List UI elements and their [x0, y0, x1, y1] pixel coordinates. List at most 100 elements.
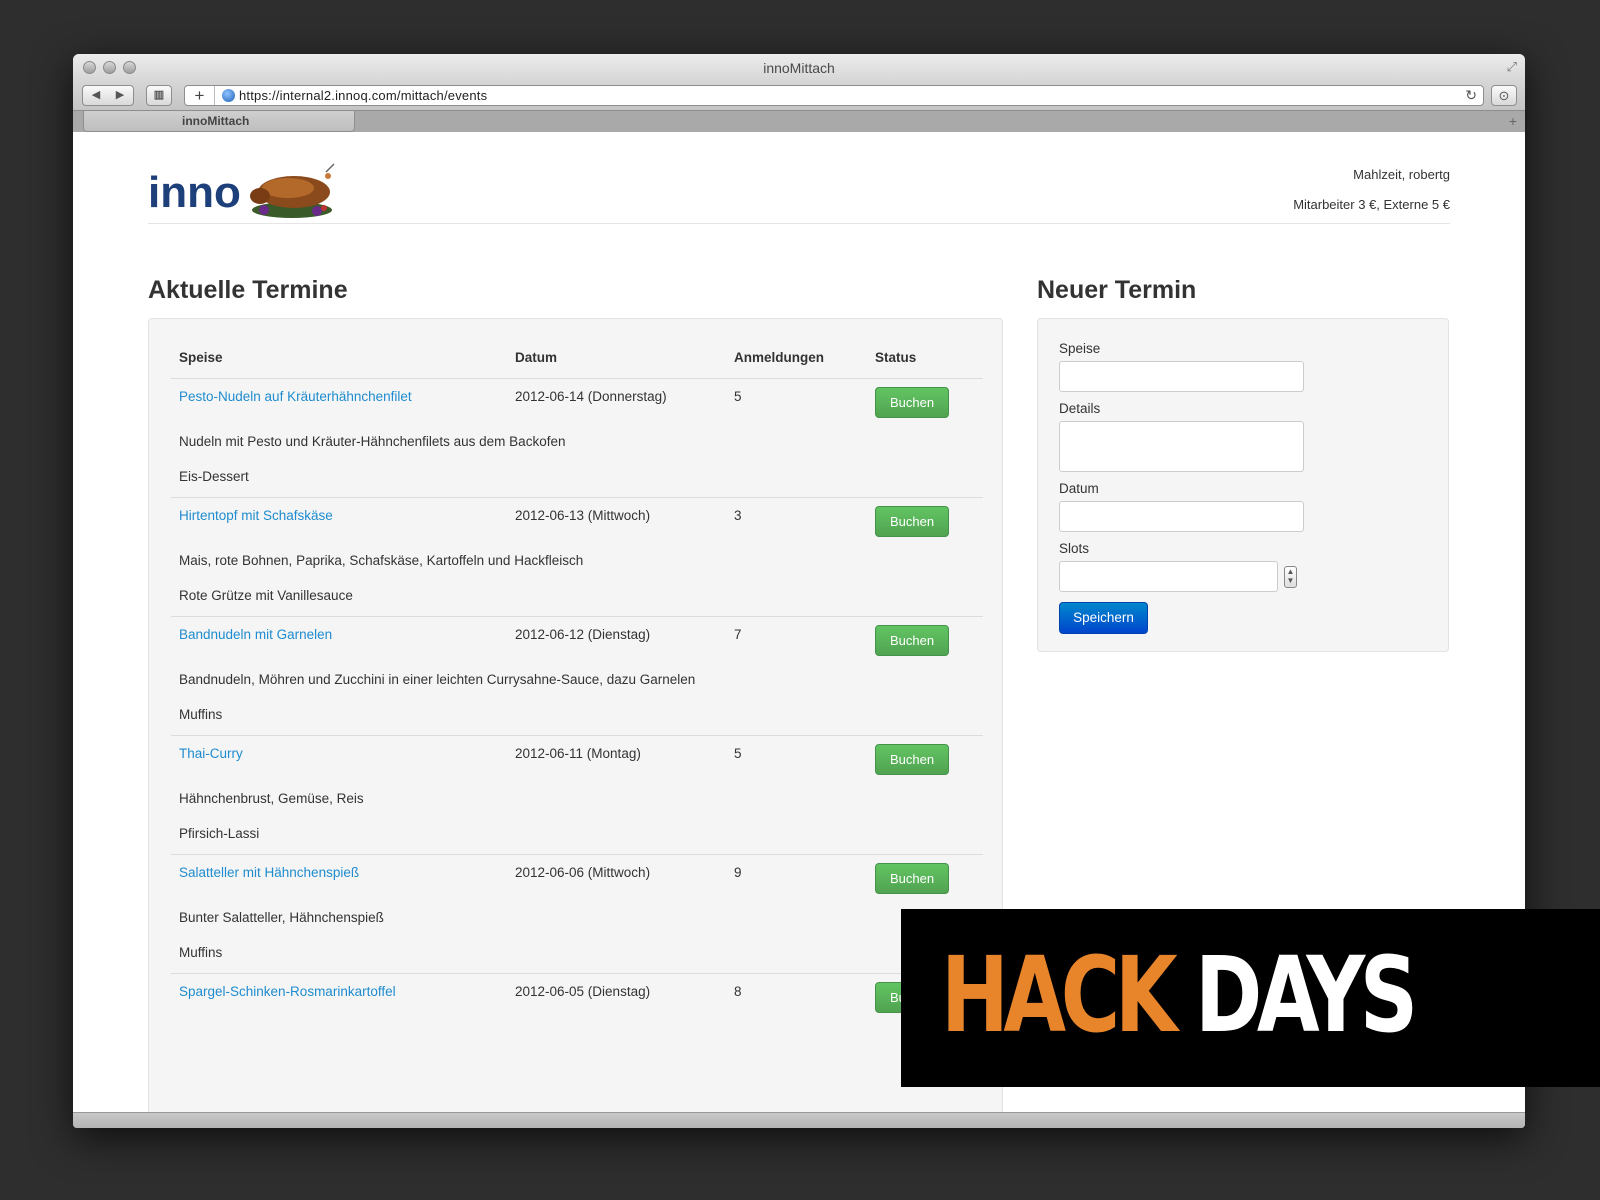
fullscreen-icon[interactable]: ⤢	[1507, 59, 1517, 75]
event-dessert-row: Muffins	[171, 933, 983, 973]
back-forward-buttons[interactable]: ◀ ▶	[82, 85, 134, 106]
dish-cell: Pesto-Nudeln auf Kräuterhähnchenfilet	[171, 378, 507, 418]
user-info: Mahlzeit, robertg Mitarbeiter 3 €, Exter…	[1293, 160, 1450, 220]
event-dessert-row: Rote Grütze mit Vanillesauce	[171, 576, 983, 616]
dish-link[interactable]: Bandnudeln mit Garnelen	[179, 627, 332, 642]
status-cell: Buchen	[867, 615, 983, 656]
event-row: Pesto-Nudeln auf Kräuterhähnchenfilet 201…	[171, 378, 983, 418]
status-bar	[73, 1112, 1525, 1128]
date-cell: 2012-06-13 (Mittwoch)	[507, 496, 726, 537]
book-button[interactable]: Buchen	[875, 386, 949, 418]
tab-bar: innoMittach +	[73, 110, 1525, 132]
dish-link[interactable]: Pesto-Nudeln auf Kräuterhähnchenfilet	[179, 389, 412, 404]
stepper-icon[interactable]: ▲ ▼	[1284, 565, 1297, 588]
dish-link[interactable]: Salatteller mit Hähnchenspieß	[179, 865, 359, 880]
dish-cell: Hirtentopf mit Schafskäse	[171, 496, 507, 537]
title-bar: innoMittach ⤢	[73, 54, 1525, 82]
event-row: Thai-Curry 2012-06-11 (Montag) 5 Buchen	[171, 734, 983, 775]
downloads-icon[interactable]: ⊙	[1491, 85, 1517, 106]
details-textarea[interactable]	[1059, 421, 1304, 472]
forward-icon[interactable]: ▶	[108, 86, 132, 105]
signups-cell: 5	[734, 388, 742, 404]
datum-label: Datum	[1059, 481, 1099, 496]
signups-cell: 5	[726, 734, 867, 775]
events-panel: Speise Datum Anmeldungen Status Pesto-Nu…	[148, 318, 1003, 1112]
banner-word-days: DAYS	[1195, 934, 1418, 1056]
column-header-anmeldungen: Anmeldungen	[726, 341, 867, 379]
status-cell: Buchen	[867, 853, 983, 894]
dish-link[interactable]: Hirtentopf mit Schafskäse	[179, 508, 333, 523]
add-bookmark-icon[interactable]: +	[185, 86, 215, 105]
address-bar[interactable]: + https://internal2.innoq.com/mittach/ev…	[184, 85, 1484, 106]
events-table: Speise Datum Anmeldungen Status Pesto-Nu…	[171, 341, 983, 1013]
event-row: Hirtentopf mit Schafskäse 2012-06-13 (Mit…	[171, 496, 983, 537]
header-divider	[148, 223, 1450, 224]
dish-link[interactable]: Thai-Curry	[179, 746, 243, 761]
new-tab-icon[interactable]: +	[1509, 113, 1517, 129]
event-dessert: Muffins	[179, 707, 223, 722]
event-details-row: Nudeln mit Pesto und Kräuter-Hähnchenfil…	[171, 418, 983, 457]
event-dessert: Muffins	[179, 945, 223, 960]
event-dessert: Pfirsich-Lassi	[179, 826, 260, 841]
dish-cell: Salatteller mit Hähnchenspieß	[171, 853, 507, 894]
logo-text: inno	[148, 168, 241, 217]
event-row: Bandnudeln mit Garnelen 2012-06-12 (Diens…	[171, 615, 983, 656]
event-details-row: Bunter Salatteller, Hähnchenspieß	[171, 894, 983, 933]
book-button[interactable]: Buchen	[875, 743, 949, 775]
browser-toolbar: ◀ ▶ ▥ + https://internal2.innoq.com/mitta…	[73, 82, 1525, 110]
speise-label: Speise	[1059, 341, 1101, 356]
slots-input[interactable]	[1059, 561, 1278, 592]
date-cell: 2012-06-12 (Dienstag)	[507, 615, 726, 656]
slots-label: Slots	[1059, 541, 1090, 556]
tab-innomittach[interactable]: innoMittach	[83, 111, 355, 132]
column-header-status: Status	[867, 341, 983, 379]
event-dessert: Eis-Dessert	[179, 469, 249, 484]
event-details-row: Hähnchenbrust, Gemüse, Reis	[171, 775, 983, 814]
banner-word-hack: HACK	[941, 934, 1178, 1056]
signups-cell: 7	[726, 615, 867, 656]
reload-icon[interactable]: ↻	[1465, 87, 1477, 104]
event-row: Spargel-Schinken-Rosmarinkartoffel 2012-0…	[171, 972, 983, 1013]
save-button[interactable]: Speichern	[1059, 602, 1148, 634]
signups-cell: 3	[726, 496, 867, 537]
globe-icon	[222, 89, 235, 102]
roast-pig-icon	[250, 163, 335, 218]
date-cell: 2012-06-11 (Montag)	[507, 734, 726, 775]
new-event-panel: Speise Details Datum Slots ▲ ▼ Speichern	[1037, 318, 1449, 652]
dish-cell: Bandnudeln mit Garnelen	[171, 615, 507, 656]
signups-cell: 9	[726, 853, 867, 894]
new-event-heading: Neuer Termin	[1037, 276, 1197, 304]
book-button[interactable]: Buchen	[875, 505, 949, 537]
event-details: Bandnudeln, Möhren und Zucchini in einer…	[179, 672, 696, 687]
event-dessert-row: Muffins	[171, 695, 983, 735]
date-cell: 2012-06-05 (Dienstag)	[507, 972, 726, 1013]
column-header-speise: Speise	[171, 341, 507, 379]
signups-cell: 8	[726, 972, 867, 1013]
hack-days-banner: HACK DAYS	[901, 909, 1600, 1087]
datum-input[interactable]	[1059, 501, 1304, 532]
event-details-row: Mais, rote Bohnen, Paprika, Schafskäse, …	[171, 537, 983, 576]
back-icon[interactable]: ◀	[84, 86, 108, 105]
price-info: Mitarbeiter 3 €, Externe 5 €	[1293, 197, 1450, 212]
event-row: Salatteller mit Hähnchenspieß 2012-06-06 …	[171, 853, 983, 894]
book-button[interactable]: Buchen	[875, 862, 949, 894]
bookmarks-icon[interactable]: ▥	[146, 85, 172, 106]
status-cell: Buchen	[867, 378, 983, 418]
book-button[interactable]: Buchen	[875, 624, 949, 656]
column-header-datum: Datum	[507, 341, 726, 379]
events-heading: Aktuelle Termine	[148, 276, 348, 304]
date-cell: 2012-06-14 (Donnerstag)	[515, 388, 667, 404]
status-cell: Buchen	[867, 496, 983, 537]
greeting: Mahlzeit, robertg	[1353, 167, 1450, 182]
dish-cell: Spargel-Schinken-Rosmarinkartoffel	[171, 972, 507, 1013]
logo[interactable]: inno	[148, 162, 335, 222]
event-details: Mais, rote Bohnen, Paprika, Schafskäse, …	[179, 553, 584, 568]
event-details-row: Bandnudeln, Möhren und Zucchini in einer…	[171, 656, 983, 695]
event-details: Nudeln mit Pesto und Kräuter-Hähnchenfil…	[179, 434, 566, 449]
banner-text: HACK DAYS	[941, 925, 1418, 1065]
dish-link[interactable]: Spargel-Schinken-Rosmarinkartoffel	[179, 984, 396, 999]
speise-input[interactable]	[1059, 361, 1304, 392]
url-text[interactable]: https://internal2.innoq.com/mittach/even…	[239, 88, 487, 103]
event-dessert-row: Eis-Dessert	[171, 457, 983, 497]
event-details: Bunter Salatteller, Hähnchenspieß	[179, 910, 384, 925]
